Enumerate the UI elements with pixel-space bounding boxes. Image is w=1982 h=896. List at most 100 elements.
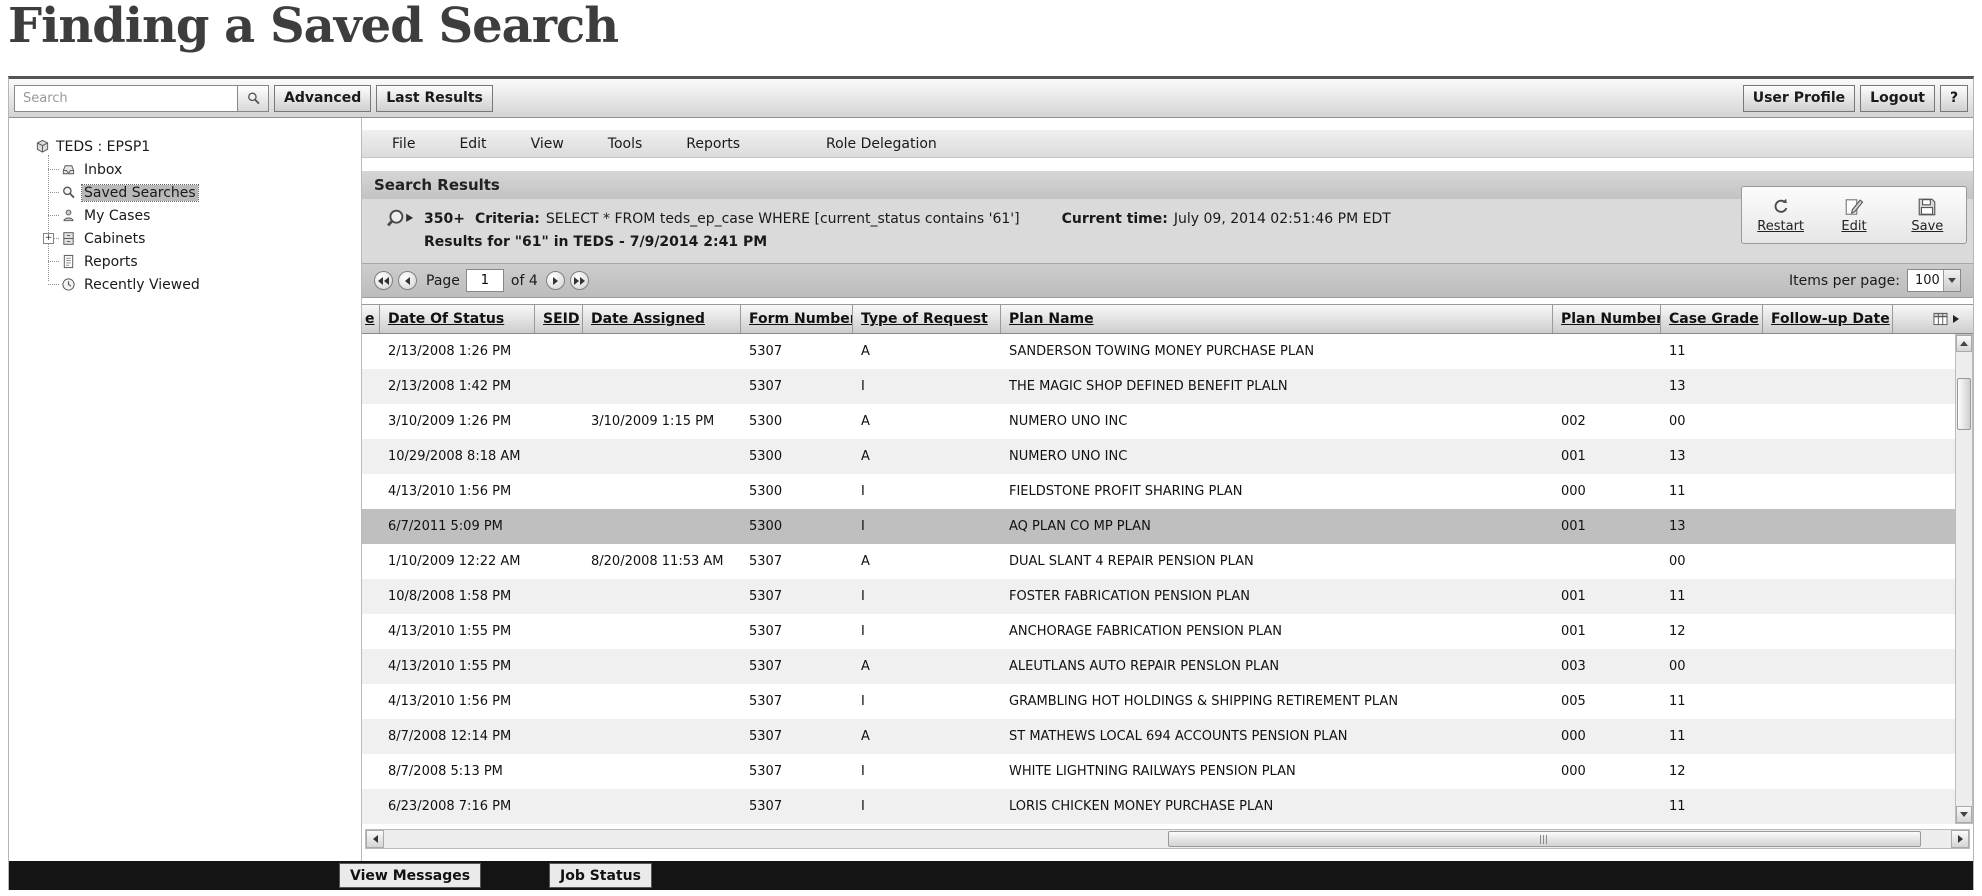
search-input[interactable]	[14, 85, 238, 112]
last-results-button[interactable]: Last Results	[376, 85, 493, 112]
column-header-plan-name[interactable]: Plan Name	[1001, 305, 1553, 333]
table-cell: ALEUTLANS AUTO REPAIR PENSLON PLAN	[1001, 649, 1553, 684]
table-row[interactable]: 8/7/2008 5:13 PM5307IWHITE LIGHTNING RAI…	[362, 754, 1956, 789]
table-row[interactable]: 2/13/2008 1:26 PM5307ASANDERSON TOWING M…	[362, 334, 1956, 369]
search-summary-section: 350+ Criteria: SELECT * FROM teds_ep_cas…	[362, 199, 1973, 263]
table-cell: 00	[1661, 544, 1763, 579]
vertical-scroll-thumb[interactable]	[1957, 378, 1971, 430]
table-cell	[535, 334, 583, 369]
table-cell	[535, 789, 583, 824]
table-cell	[535, 684, 583, 719]
table-cell: 3/10/2009 1:26 PM	[380, 404, 535, 439]
menu-item-tools[interactable]: Tools	[608, 136, 643, 152]
menu-item-file[interactable]: File	[392, 136, 415, 152]
column-header-form-number[interactable]: Form Number	[741, 305, 853, 333]
column-header-case-grade[interactable]: Case Grade	[1661, 305, 1763, 333]
cabinets-icon	[61, 231, 76, 246]
bottom-bar: View Messages Job Status	[9, 861, 1973, 890]
table-row[interactable]: 4/13/2010 1:56 PM5307IGRAMBLING HOT HOLD…	[362, 684, 1956, 719]
results-magnifier-icon	[386, 207, 416, 231]
table-cell: I	[853, 509, 1001, 544]
help-button[interactable]: ?	[1940, 85, 1968, 112]
column-header-seid[interactable]: SEID	[535, 305, 583, 333]
table-cell	[535, 719, 583, 754]
user-profile-button[interactable]: User Profile	[1743, 85, 1855, 112]
recently-viewed-icon	[61, 277, 76, 292]
advanced-button[interactable]: Advanced	[274, 85, 371, 112]
table-row[interactable]: 4/13/2010 1:56 PM5300IFIELDSTONE PROFIT …	[362, 474, 1956, 509]
column-header-follow-up-date[interactable]: Follow-up Date	[1763, 305, 1893, 333]
table-cell: 4/13/2010 1:56 PM	[380, 474, 535, 509]
items-per-page-select[interactable]: 100	[1907, 269, 1961, 292]
table-cell: 5307	[741, 754, 853, 789]
table-row[interactable]: 8/7/2008 12:14 PM5307AST MATHEWS LOCAL 6…	[362, 719, 1956, 754]
next-page-button[interactable]	[546, 271, 565, 290]
tree-item-recently-viewed[interactable]: Recently Viewed	[43, 273, 361, 296]
table-cell: 001	[1553, 579, 1661, 614]
table-cell: 5307	[741, 544, 853, 579]
scroll-down-button[interactable]	[1956, 806, 1972, 823]
table-cell: SANDERSON TOWING MONEY PURCHASE PLAN	[1001, 334, 1553, 369]
action-label: Restart	[1757, 219, 1804, 234]
table-row[interactable]: 2/13/2008 1:42 PM5307ITHE MAGIC SHOP DEF…	[362, 369, 1956, 404]
column-header-date-of-status[interactable]: Date Of Status	[380, 305, 535, 333]
table-cell: 2/13/2008 1:26 PM	[380, 334, 535, 369]
table-row[interactable]: 4/13/2010 1:55 PM5307IANCHORAGE FABRICAT…	[362, 614, 1956, 649]
menu-item-role-delegation[interactable]: Role Delegation	[826, 136, 937, 152]
current-time-value: July 09, 2014 02:51:46 PM EDT	[1174, 211, 1391, 227]
table-vertical-scrollbar[interactable]	[1955, 334, 1973, 824]
table-row[interactable]: 3/10/2009 1:26 PM3/10/2009 1:15 PM5300AN…	[362, 404, 1956, 439]
scroll-left-button[interactable]	[366, 830, 384, 848]
column-header-type-of-request[interactable]: Type of Request	[853, 305, 1001, 333]
table-cell: I	[853, 369, 1001, 404]
table-cell: I	[853, 684, 1001, 719]
last-page-button[interactable]	[570, 271, 589, 290]
menu-item-reports[interactable]: Reports	[686, 136, 740, 152]
table-cell: 10/29/2008 8:18 AM	[380, 439, 535, 474]
table-row[interactable]: 10/8/2008 1:58 PM5307IFOSTER FABRICATION…	[362, 579, 1956, 614]
table-cell: 11	[1661, 719, 1763, 754]
tree-root-teds-epsp1[interactable]: TEDS : EPSP1	[9, 135, 361, 158]
table-row[interactable]: 4/13/2010 1:55 PM5307AALEUTLANS AUTO REP…	[362, 649, 1956, 684]
column-header-date-assigned[interactable]: Date Assigned	[583, 305, 741, 333]
table-cell: 6/23/2008 7:16 PM	[380, 789, 535, 824]
search-button[interactable]	[238, 85, 269, 112]
tree-item-my-cases[interactable]: My Cases	[43, 204, 361, 227]
view-messages-button[interactable]: View Messages	[339, 863, 481, 888]
previous-page-button[interactable]	[398, 271, 417, 290]
scroll-right-button[interactable]	[1951, 830, 1969, 848]
results-table: eDate Of StatusSEIDDate AssignedForm Num…	[362, 304, 1973, 824]
job-status-button[interactable]: Job Status	[549, 863, 652, 888]
more-columns-icon[interactable]	[1953, 315, 1959, 323]
table-horizontal-scrollbar[interactable]	[365, 829, 1970, 849]
table-row[interactable]: 1/10/2009 12:22 AM8/20/2008 11:53 AM5307…	[362, 544, 1956, 579]
column-header-plan-number[interactable]: Plan Number	[1553, 305, 1661, 333]
column-chooser-icon[interactable]	[1933, 312, 1948, 326]
tree-item-saved-searches[interactable]: Saved Searches	[43, 181, 361, 204]
main-area: TEDS : EPSP1 InboxSaved SearchesMy Cases…	[9, 118, 1973, 864]
menu-item-view[interactable]: View	[531, 136, 564, 152]
first-page-button[interactable]	[374, 271, 393, 290]
edit-button[interactable]: Edit	[1817, 191, 1890, 239]
save-button[interactable]: Save	[1891, 191, 1964, 239]
tree-item-reports[interactable]: Reports	[43, 250, 361, 273]
menu-item-edit[interactable]: Edit	[459, 136, 486, 152]
cube-icon	[35, 139, 50, 154]
table-row[interactable]: 6/7/2011 5:09 PM5300IAQ PLAN CO MP PLAN0…	[362, 509, 1956, 544]
tree-item-cabinets[interactable]: +Cabinets	[43, 227, 361, 250]
restart-button[interactable]: Restart	[1744, 191, 1817, 239]
table-cell	[535, 649, 583, 684]
table-cell: I	[853, 789, 1001, 824]
expand-icon[interactable]: +	[43, 233, 54, 244]
table-cell	[583, 334, 741, 369]
tree-item-inbox[interactable]: Inbox	[43, 158, 361, 181]
table-cell	[583, 439, 741, 474]
horizontal-scroll-thumb[interactable]	[1168, 831, 1921, 847]
table-cell	[583, 509, 741, 544]
column-header-e[interactable]: e	[362, 305, 380, 333]
table-row[interactable]: 10/29/2008 8:18 AM5300ANUMERO UNO INC001…	[362, 439, 1956, 474]
logout-button[interactable]: Logout	[1860, 85, 1935, 112]
table-row[interactable]: 6/23/2008 7:16 PM5307ILORIS CHICKEN MONE…	[362, 789, 1956, 824]
scroll-up-button[interactable]	[1956, 335, 1972, 352]
page-number-input[interactable]	[466, 269, 504, 292]
